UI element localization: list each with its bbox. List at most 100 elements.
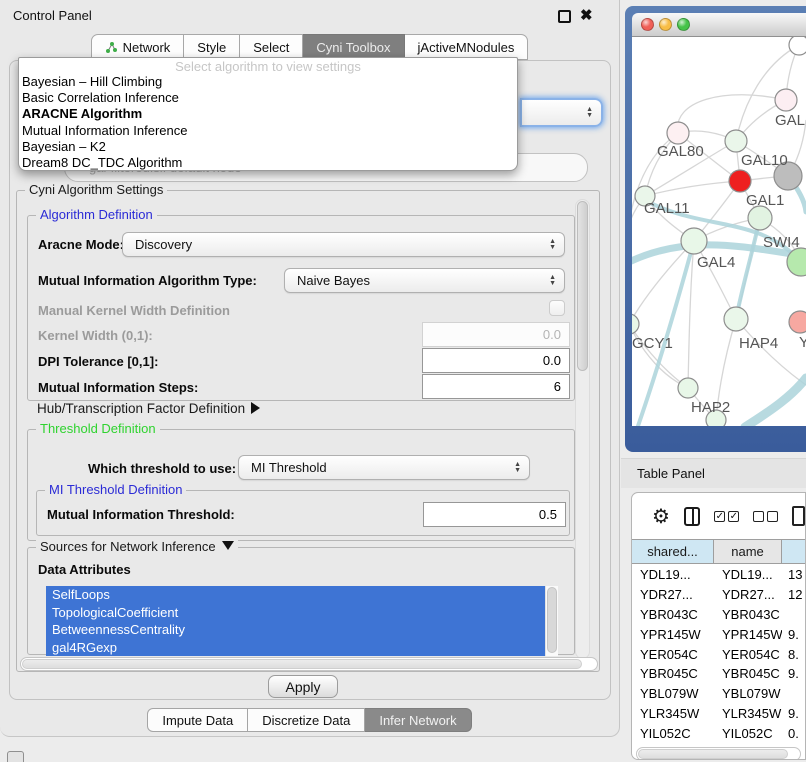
popup-item-list: Bayesian – Hill ClimbingBasic Correlatio… (19, 74, 517, 171)
network-node-label: GAL1 (746, 192, 784, 209)
network-node[interactable] (748, 206, 772, 230)
network-node[interactable] (729, 170, 751, 192)
stepper-arrows-icon: ▲▼ (586, 107, 593, 119)
attributes-vertical-scrollbar[interactable] (545, 586, 558, 656)
table-panel-titlebar: Table Panel (621, 458, 806, 488)
tab-label: Select (253, 40, 289, 55)
scrollbar-thumb[interactable] (22, 659, 582, 669)
network-node[interactable] (789, 311, 806, 333)
settings-horizontal-scrollbar[interactable] (20, 657, 598, 671)
aracne-mode-combo[interactable]: Discovery ▲▼ (122, 232, 565, 257)
tab[interactable]: Discretize Data (248, 708, 365, 732)
apply-button[interactable]: Apply (268, 675, 338, 698)
network-node-label: GAL11 (644, 200, 690, 217)
table-body: YDL19... YDL19... 13 YDR27... YDR27... 1… (632, 565, 806, 745)
close-traffic-light-icon[interactable] (641, 18, 654, 31)
sources-group: Sources for Network Inference Data Attri… (27, 547, 575, 655)
network-edge (632, 133, 678, 324)
close-window-icon[interactable]: ✖ (580, 6, 593, 24)
attribute-item-selected[interactable]: gal4RGexp (46, 639, 545, 657)
settings-vertical-scrollbar[interactable] (575, 199, 590, 659)
cell-name: YDR27... (714, 587, 782, 602)
maximize-traffic-light-icon[interactable] (677, 18, 690, 31)
network-node[interactable] (678, 378, 698, 398)
scrollbar-thumb[interactable] (577, 201, 588, 371)
deselect-all-checkboxes-icon[interactable] (753, 511, 778, 522)
collapse-down-icon (222, 541, 234, 550)
algorithm-definition-group: Algorithm Definition Aracne Mode: Discov… (27, 215, 575, 401)
algorithm-menu-item[interactable]: Dream8 DC_TDC Algorithm (19, 155, 517, 171)
tab[interactable]: Infer Network (365, 708, 471, 732)
table-horizontal-scrollbar[interactable] (636, 747, 801, 760)
minimized-panel-icon[interactable] (7, 751, 24, 762)
network-node[interactable] (724, 307, 748, 331)
network-edge-highlighted (736, 218, 760, 319)
sources-toggle[interactable]: Sources for Network Inference (36, 539, 238, 554)
cell-shared-name: YLR345W (632, 706, 714, 721)
algorithm-menu-item[interactable]: Mutual Information Inference (19, 123, 517, 139)
network-canvas[interactable]: GALGAL80GAL10GAL1GAL11SWI4GAL4GCY1HAP4YH… (632, 37, 806, 426)
attribute-item-selected[interactable]: BetweennessCentrality (46, 621, 545, 639)
split-columns-icon[interactable] (684, 507, 700, 526)
dpi-tolerance-field[interactable]: 0.0 (422, 348, 570, 373)
hub-definition-toggle[interactable]: Hub/Transcription Factor Definition (37, 401, 260, 416)
cell-value: 9. (782, 706, 806, 721)
network-node-label: GAL4 (697, 254, 735, 271)
cell-value: 13 (782, 567, 806, 582)
mi-threshold-field[interactable]: 0.5 (423, 502, 566, 527)
tab[interactable]: Impute Data (147, 708, 248, 732)
scrollbar-thumb[interactable] (638, 749, 788, 759)
algorithm-menu-item[interactable]: Bayesian – K2 (19, 139, 517, 155)
network-node[interactable] (789, 37, 806, 55)
select-all-checkboxes-icon[interactable]: ✓ ✓ (714, 511, 739, 522)
export-table-icon[interactable] (792, 506, 805, 526)
minimize-traffic-light-icon[interactable] (659, 18, 672, 31)
tab-label: Cyni Toolbox (316, 40, 390, 55)
cell-name: YLR345W (714, 706, 782, 721)
table-row[interactable]: YLR345W YLR345W 9. (632, 704, 806, 724)
gear-icon[interactable]: ⚙ (652, 504, 670, 529)
network-node[interactable] (667, 122, 689, 144)
network-window-titlebar[interactable] (632, 13, 806, 37)
data-attributes-label: Data Attributes (38, 562, 131, 577)
column-header[interactable]: shared... (632, 540, 714, 563)
network-graph[interactable]: GALGAL80GAL10GAL1GAL11SWI4GAL4GCY1HAP4YH… (632, 37, 806, 426)
scrollbar-thumb[interactable] (547, 587, 557, 653)
table-row[interactable]: YDR27... YDR27... 12 (632, 585, 806, 605)
tab-label: jActiveMNodules (418, 40, 515, 55)
float-window-icon[interactable] (558, 10, 571, 23)
attribute-items: SelfLoopsTopologicalCoefficientBetweenne… (46, 586, 558, 656)
network-node[interactable] (632, 314, 639, 334)
column-header-label: name (731, 544, 764, 559)
which-threshold-combo[interactable]: MI Threshold ▲▼ (238, 455, 530, 480)
manual-kernel-checkbox[interactable] (549, 300, 565, 316)
algorithm-menu-item[interactable]: Basic Correlation Inference (19, 90, 517, 106)
table-row[interactable]: YBL079W YBL079W (632, 684, 806, 704)
attribute-item-selected[interactable]: SelfLoops (46, 586, 545, 604)
algorithm-menu-item[interactable]: ARACNE Algorithm (19, 106, 517, 122)
attribute-item-selected[interactable]: TopologicalCoefficient (46, 604, 545, 622)
cell-name: YIL052C (714, 726, 782, 741)
table-row[interactable]: YDL19... YDL19... 13 (632, 565, 806, 585)
checked-box-icon: ✓ (728, 511, 739, 522)
mi-steps-field[interactable]: 6 (422, 374, 570, 399)
network-node[interactable] (775, 89, 797, 111)
mi-algorithm-type-combo[interactable]: Naive Bayes ▲▼ (284, 268, 565, 293)
network-node-label: GAL10 (741, 152, 788, 169)
stepper-arrows-icon: ▲▼ (549, 275, 556, 287)
network-edge-highlighted (745, 378, 806, 426)
column-header[interactable]: A (782, 540, 806, 563)
algorithm-menu-item[interactable]: Bayesian – Hill Climbing (19, 74, 517, 90)
cell-shared-name: YBR045C (632, 666, 714, 681)
table-row[interactable]: YBR043C YBR043C (632, 605, 806, 625)
table-row[interactable]: YIL052C YIL052C 0. (632, 723, 806, 743)
column-header[interactable]: name (714, 540, 782, 563)
cell-shared-name: YIL052C (632, 726, 714, 741)
table-row[interactable]: YBR045C YBR045C 9. (632, 664, 806, 684)
table-row[interactable]: YER054C YER054C 8. (632, 644, 806, 664)
network-node[interactable] (725, 130, 747, 152)
inference-algorithm-combo-fragment[interactable]: ▲▼ (520, 98, 603, 127)
network-node[interactable] (681, 228, 707, 254)
table-row[interactable]: YPR145W YPR145W 9. (632, 624, 806, 644)
network-node-label: Y (799, 334, 806, 351)
